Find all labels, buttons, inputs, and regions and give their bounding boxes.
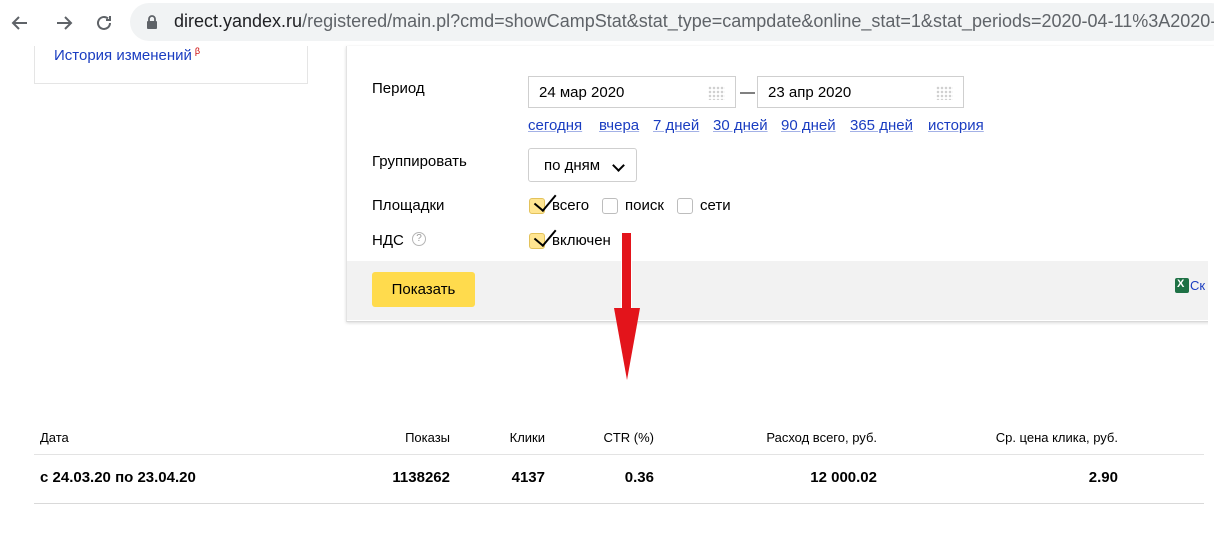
reload-icon [97, 15, 111, 30]
show-button[interactable]: Показать [372, 272, 475, 307]
column-header-ctr[interactable]: CTR (%) [570, 430, 654, 445]
lock-icon [146, 14, 158, 35]
group-select-value: по дням [544, 157, 601, 174]
forward-button[interactable] [50, 9, 78, 37]
checkbox-vat-label[interactable]: включен [552, 232, 611, 249]
scrollbar[interactable] [1208, 47, 1214, 538]
column-header-impressions[interactable]: Показы [350, 430, 450, 445]
date-separator: — [740, 84, 755, 101]
export-link[interactable]: Ск [1190, 278, 1205, 293]
arrow-right-icon [57, 16, 73, 30]
table-cell-clicks: 4137 [511, 469, 545, 486]
date-from-input[interactable]: 24 мар 2020 [528, 76, 736, 108]
annotation-arrow-shaft [622, 233, 631, 315]
excel-icon[interactable] [1175, 278, 1189, 293]
vat-label: НДС [372, 232, 404, 249]
period-link-yesterday[interactable]: вчера [599, 117, 639, 134]
period-link-7days[interactable]: 7 дней [653, 117, 699, 134]
period-link-30days[interactable]: 30 дней [713, 117, 768, 134]
url-text[interactable]: direct.yandex.ru/registered/main.pl?cmd=… [174, 11, 1214, 32]
date-to-value: 23 апр 2020 [768, 84, 852, 101]
back-button[interactable] [6, 9, 34, 37]
checkbox-search-label[interactable]: поиск [625, 197, 664, 214]
period-link-365days[interactable]: 365 дней [850, 117, 913, 134]
reload-button[interactable] [90, 9, 118, 37]
group-label: Группировать [372, 153, 467, 170]
history-link[interactable]: История изменений β [54, 46, 200, 64]
period-label: Период [372, 80, 425, 97]
calendar-icon[interactable] [936, 86, 953, 100]
column-header-spend[interactable]: Расход всего, руб. [700, 430, 877, 445]
platforms-label: Площадки [372, 197, 445, 214]
table-cell-spend: 12 000.02 [810, 469, 877, 486]
table-header-divider [34, 454, 1204, 455]
table-cell-ctr: 0.36 [624, 469, 654, 486]
table-cell-avg-cpc: 2.90 [1088, 469, 1118, 486]
table-cell-period: с 24.03.20 по 23.04.20 [40, 469, 196, 486]
group-select[interactable]: по дням [528, 148, 637, 182]
annotation-arrow-head [614, 308, 640, 380]
column-header-avg-cpc[interactable]: Ср. цена клика, руб. [940, 430, 1118, 445]
help-icon[interactable]: ? [412, 232, 426, 246]
table-cell-impressions: 1138262 [392, 469, 450, 486]
checkbox-networks[interactable] [677, 198, 693, 214]
url-path: /registered/main.pl?cmd=showCampStat&sta… [302, 11, 1214, 31]
panel-footer [347, 261, 1214, 320]
checkbox-all[interactable] [529, 188, 557, 214]
column-header-date[interactable]: Дата [40, 430, 69, 445]
table-row-divider [34, 503, 1204, 504]
period-link-90days[interactable]: 90 дней [781, 117, 836, 134]
calendar-icon[interactable] [708, 86, 725, 100]
date-from-value: 24 мар 2020 [539, 84, 625, 101]
checkbox-networks-label[interactable]: сети [700, 197, 731, 214]
period-link-today[interactable]: сегодня [528, 117, 582, 134]
history-link-label: История изменений [54, 47, 192, 64]
period-link-history[interactable]: история [928, 117, 984, 134]
url-host: direct.yandex.ru [174, 11, 303, 31]
arrow-left-icon [11, 16, 27, 30]
checkbox-vat[interactable] [529, 223, 557, 249]
checkbox-all-label[interactable]: всего [552, 197, 589, 214]
chevron-down-icon [612, 159, 625, 172]
checkbox-search[interactable] [602, 198, 618, 214]
beta-mark: β [194, 46, 201, 56]
column-header-clicks[interactable]: Клики [470, 430, 545, 445]
date-to-input[interactable]: 23 апр 2020 [757, 76, 964, 108]
